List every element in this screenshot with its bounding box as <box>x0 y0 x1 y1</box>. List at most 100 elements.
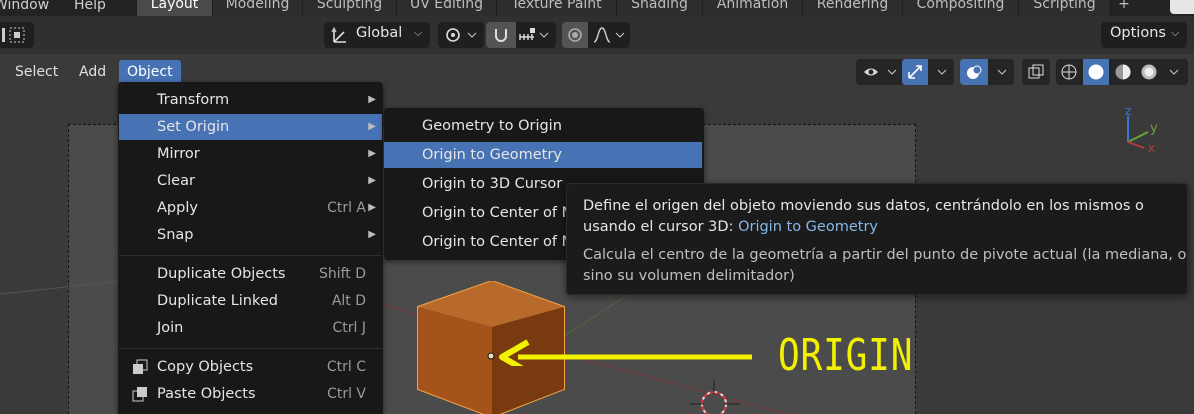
menu-item-label: Apply <box>157 200 198 216</box>
chevron-down-icon <box>937 69 947 75</box>
solid-shading-button[interactable] <box>1083 59 1109 85</box>
menu-item-label: Geometry to Origin <box>422 118 562 134</box>
tab-layout[interactable]: Layout <box>137 0 213 16</box>
y-axis-label: y <box>1150 121 1158 136</box>
x-axis-label: x <box>1148 141 1155 154</box>
submenu-arrow-icon: ▶ <box>368 94 376 105</box>
falloff-icon <box>593 27 625 43</box>
z-axis-label: z <box>1125 104 1131 118</box>
menu-item-label: Set Origin <box>157 119 230 135</box>
tab-compositing[interactable]: Compositing <box>903 0 1019 16</box>
chevron-down-icon: ⌵ <box>414 26 423 39</box>
shortcut-label: Ctrl A <box>327 200 366 216</box>
3d-cursor-icon <box>690 380 740 414</box>
overlays-icon <box>967 65 982 79</box>
submenu-arrow-icon: ▶ <box>368 175 376 186</box>
options-dropdown[interactable]: Options ⌵ <box>1101 22 1187 48</box>
snapping-group[interactable] <box>486 22 556 48</box>
proportional-editing-group[interactable] <box>562 22 630 48</box>
solid-shading-icon <box>1088 64 1104 80</box>
orientation-icon <box>331 26 346 43</box>
menu-item-paste-objects[interactable]: Paste Objects Ctrl V <box>119 381 382 407</box>
menu-item-duplicate-linked[interactable]: Duplicate Linked Alt D <box>119 288 382 314</box>
select-menu[interactable]: Select <box>7 60 66 84</box>
menu-item-origin-to-geometry[interactable]: Origin to Geometry <box>384 142 702 168</box>
menu-separator <box>119 348 382 349</box>
add-workspace-button[interactable]: + <box>1112 0 1136 16</box>
gizmo-icon <box>908 65 922 79</box>
select-box-icon <box>2 27 25 43</box>
menu-item-geometry-to-origin[interactable]: Geometry to Origin <box>384 113 702 139</box>
copy-icon <box>133 359 148 374</box>
scene-selector-button[interactable] <box>1170 0 1194 14</box>
menu-item-label: Transform <box>157 92 230 108</box>
tab-uv-editing[interactable]: UV Editing <box>397 0 497 16</box>
proportional-icon <box>568 28 582 42</box>
snap-increment-icon <box>519 28 549 40</box>
transform-orientation-dropdown[interactable]: Global ⌵ <box>324 22 430 48</box>
tab-texture-paint[interactable]: Texture Paint <box>497 0 617 16</box>
chevron-down-icon: ⌵ <box>1171 26 1180 39</box>
tab-rendering[interactable]: Rendering <box>803 0 903 16</box>
xray-toggle[interactable] <box>1022 59 1050 85</box>
submenu-arrow-icon: ▶ <box>368 121 376 132</box>
overlays-dropdown[interactable] <box>960 59 1014 85</box>
menu-item-label: Origin to 3D Cursor <box>422 176 563 192</box>
submenu-arrow-icon: ▶ <box>368 148 376 159</box>
orientation-label: Global <box>356 25 403 41</box>
viewport-header: Global ⌵ Options ⌵ <box>0 16 1194 54</box>
tooltip-operator-name: Origin to Geometry <box>738 219 878 235</box>
overlays-toggle[interactable] <box>960 59 988 85</box>
window-menu[interactable]: Window <box>0 0 49 13</box>
tab-shading[interactable]: Shading <box>617 0 703 16</box>
menu-item-join[interactable]: Join Ctrl J <box>119 315 382 341</box>
shortcut-label: Ctrl V <box>327 386 366 402</box>
help-menu[interactable]: Help <box>74 0 106 13</box>
object-menu[interactable]: Object <box>119 60 181 84</box>
operator-tooltip: Define el origen del objeto moviendo sus… <box>566 183 1188 295</box>
pivot-point-dropdown[interactable] <box>438 22 484 48</box>
submenu-arrow-icon: ▶ <box>368 202 376 213</box>
rendered-shading-icon[interactable] <box>1140 63 1158 81</box>
tooltip-line-2: usando el cursor 3D: Origin to Geometry <box>583 219 878 235</box>
visibility-dropdown[interactable] <box>856 59 904 85</box>
menu-item-duplicate-objects[interactable]: Duplicate Objects Shift D <box>119 261 382 287</box>
paste-icon <box>132 387 147 402</box>
chevron-down-icon[interactable] <box>1164 63 1184 81</box>
gizmo-dropdown[interactable] <box>902 59 954 85</box>
menu-item-label: Mirror <box>157 146 200 162</box>
tooltip-line-2-prefix: usando el cursor 3D: <box>583 219 734 235</box>
menu-separator <box>119 255 382 256</box>
options-label: Options <box>1110 25 1166 41</box>
wireframe-shading-icon[interactable] <box>1060 63 1078 81</box>
shortcut-label: Ctrl J <box>332 320 367 336</box>
object-dropdown-menu: Transform ▶ Set Origin ▶ Mirror ▶ Clear ▶ Ap… <box>118 82 383 414</box>
menu-item-clear[interactable]: Clear ▶ <box>119 168 382 194</box>
annotation-arrow <box>499 339 752 366</box>
shortcut-label: Alt D <box>331 293 366 309</box>
snap-toggle[interactable] <box>486 22 516 48</box>
navigation-gizmo[interactable]: z y x <box>1116 102 1166 154</box>
material-shading-icon[interactable] <box>1114 63 1132 81</box>
menu-item-label: Origin to Geometry <box>422 147 562 163</box>
xray-icon <box>1028 64 1044 79</box>
chevron-down-icon <box>997 69 1007 75</box>
pivot-icon <box>446 28 477 42</box>
menu-item-label: Paste Objects <box>157 386 256 402</box>
select-mode-button[interactable] <box>0 22 34 48</box>
tab-sculpting[interactable]: Sculpting <box>303 0 397 16</box>
proportional-toggle[interactable] <box>562 22 588 48</box>
menu-item-snap[interactable]: Snap ▶ <box>119 222 382 248</box>
menu-item-mirror[interactable]: Mirror ▶ <box>119 141 382 167</box>
menu-item-transform[interactable]: Transform ▶ <box>119 87 382 113</box>
tab-animation[interactable]: Animation <box>703 0 803 16</box>
tooltip-description-2: sino su volumen delimitador) <box>583 268 795 284</box>
add-menu[interactable]: Add <box>71 60 114 84</box>
shading-mode-group[interactable] <box>1056 59 1188 85</box>
tab-modeling[interactable]: Modeling <box>213 0 303 16</box>
menu-item-copy-objects[interactable]: Copy Objects Ctrl C <box>119 354 382 380</box>
menu-item-apply[interactable]: Apply Ctrl A ▶ <box>119 195 382 221</box>
tab-scripting[interactable]: Scripting <box>1019 0 1111 16</box>
gizmo-toggle[interactable] <box>902 59 928 85</box>
menu-item-set-origin[interactable]: Set Origin ▶ <box>119 114 382 140</box>
